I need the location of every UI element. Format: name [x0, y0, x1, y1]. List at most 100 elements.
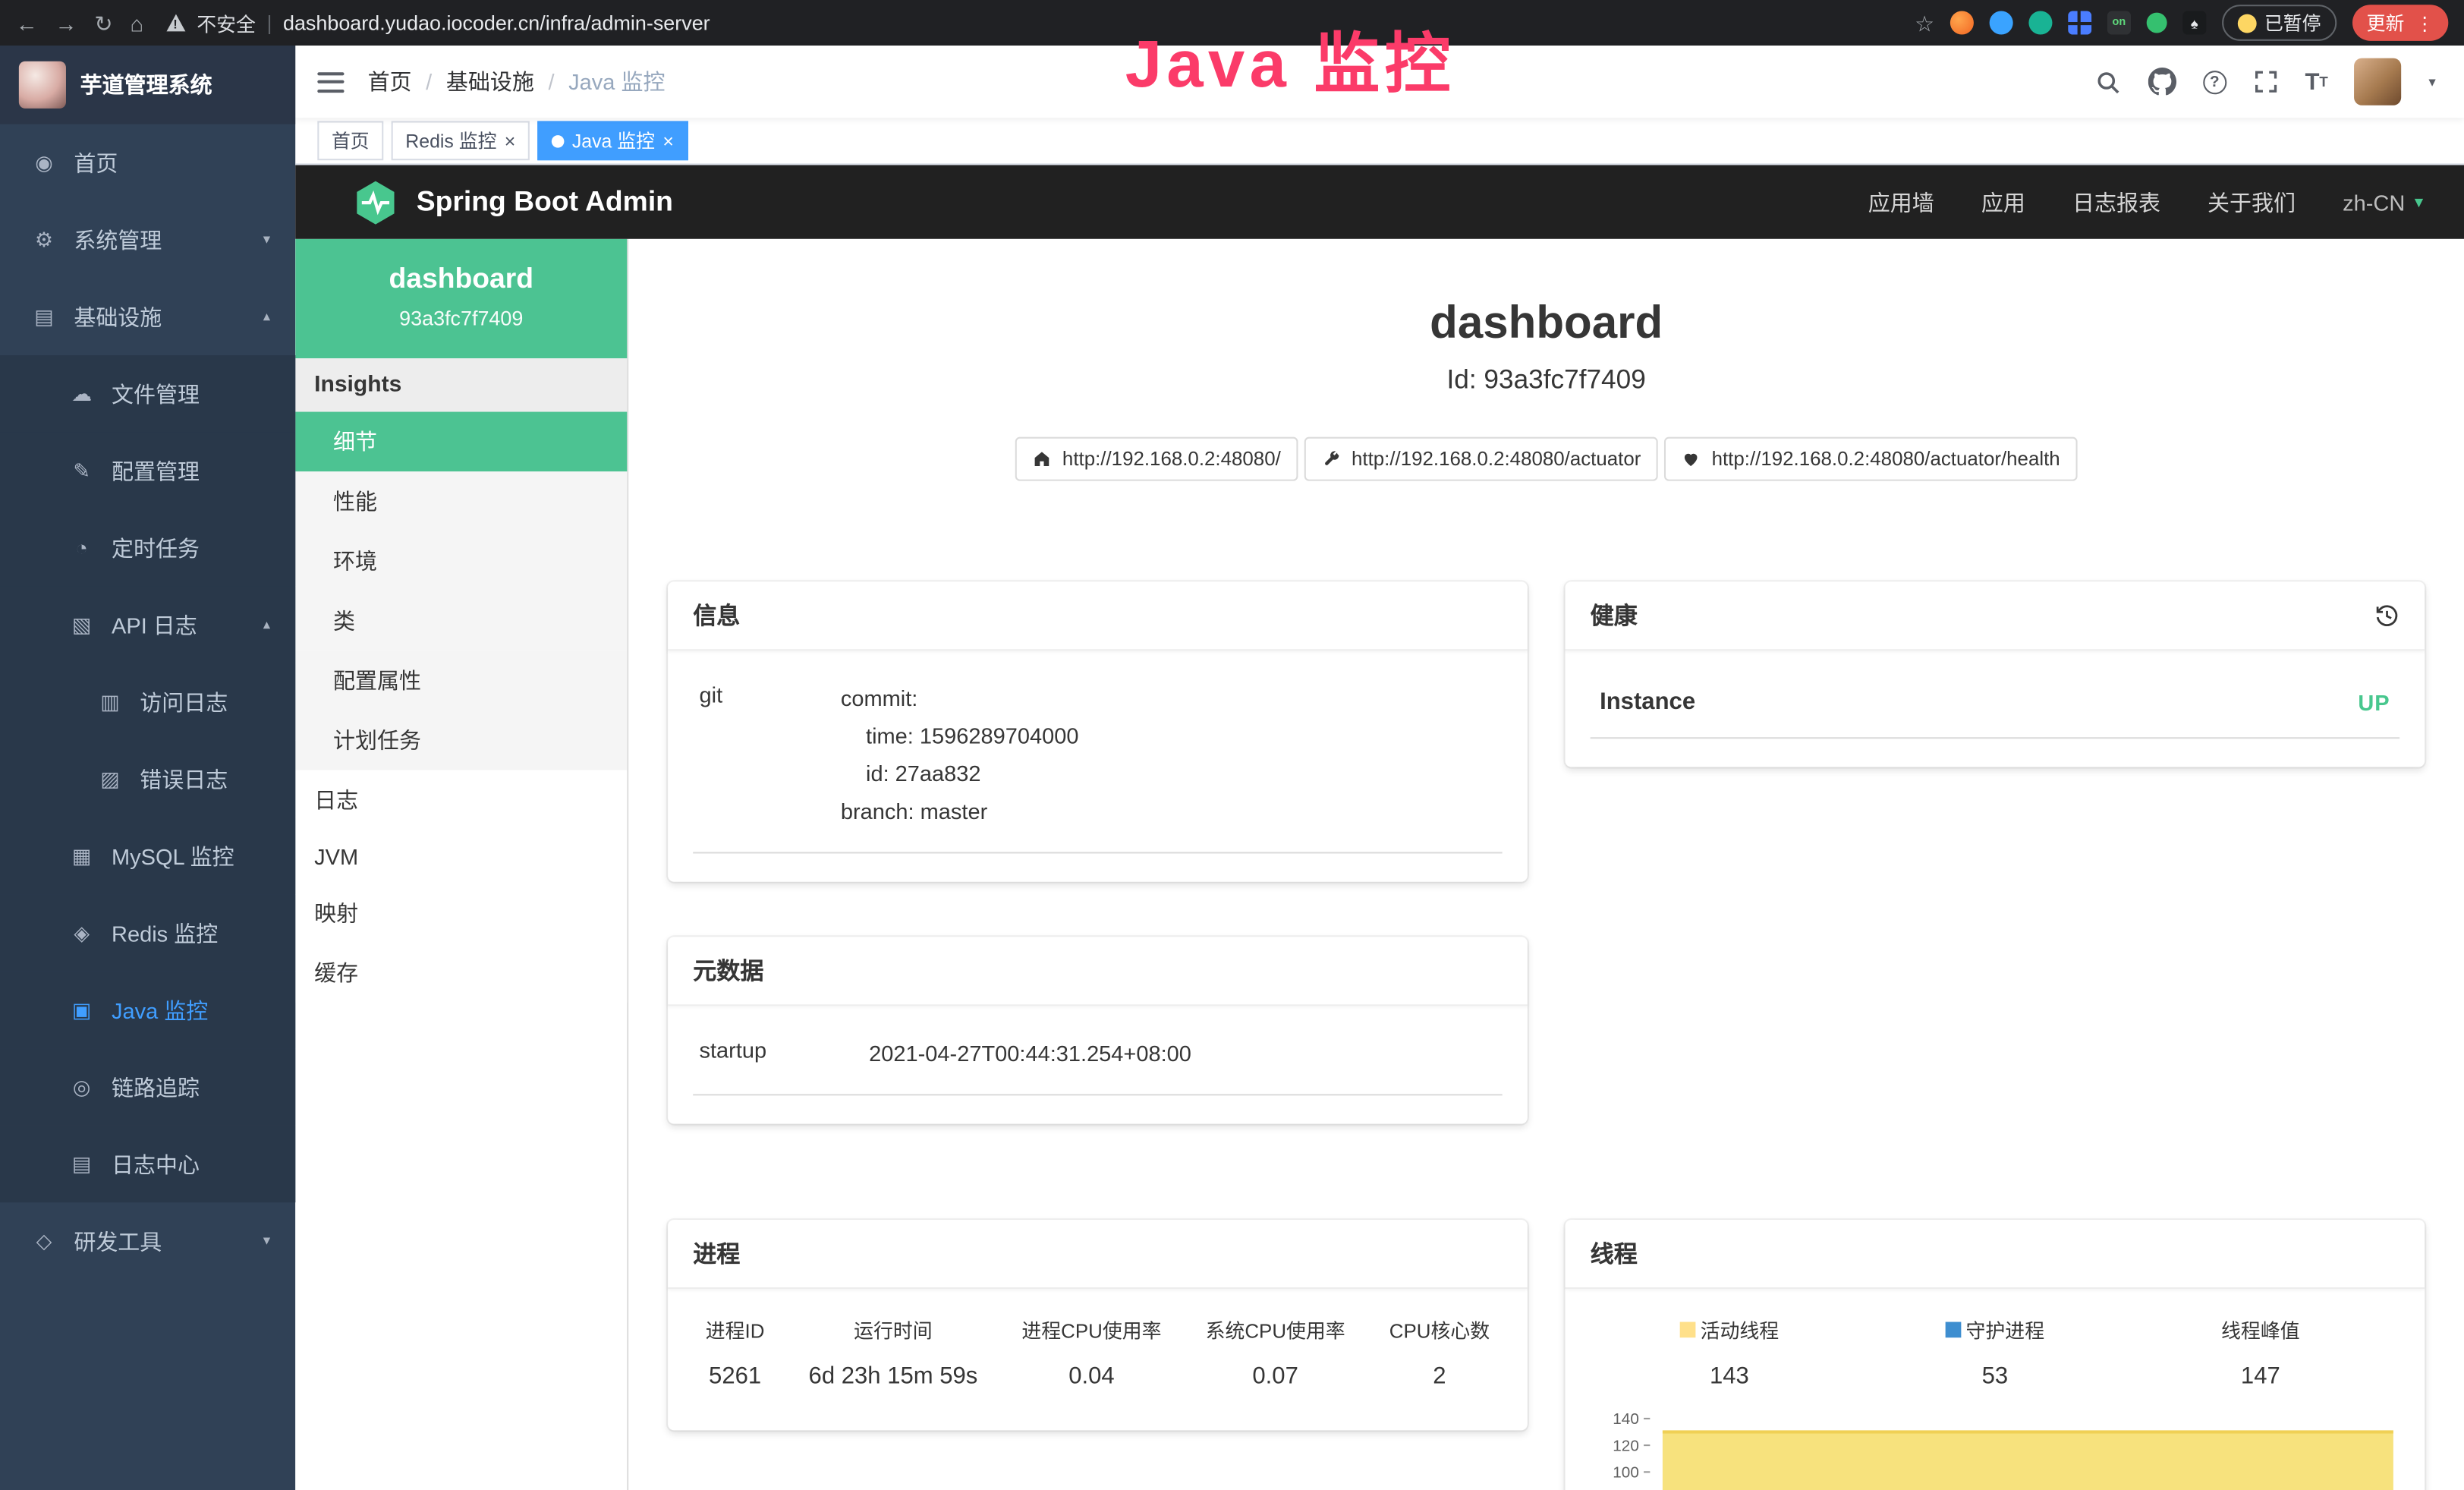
avatar-caret-icon[interactable]: ▾	[2428, 73, 2435, 90]
sidebar-item-redis-monitor[interactable]: ◈ Redis 监控	[0, 894, 295, 971]
legend-peak-threads: 线程峰值 147	[2128, 1314, 2393, 1389]
sidebar-item-system-management[interactable]: ⚙ 系统管理 ▾	[0, 201, 295, 278]
sba-item-metrics[interactable]: 性能	[295, 471, 627, 531]
sba-main-content: dashboard Id: 93a3fc7f7409 http://192.16…	[628, 239, 2464, 1490]
extension-leaf-icon[interactable]	[2147, 13, 2167, 33]
close-icon[interactable]: ×	[505, 131, 516, 150]
extension-on-switch-icon[interactable]: on	[2107, 11, 2131, 34]
page-subtitle: Id: 93a3fc7f7409	[628, 364, 2464, 395]
process-cpu: 进程CPU使用率 0.04	[1021, 1314, 1161, 1389]
tag-home[interactable]: 首页	[317, 121, 383, 160]
extension-teal-icon[interactable]	[2028, 11, 2052, 34]
screen: ← → ↻ ⌂ ! 不安全 | dashboard.yudao.iocoder.…	[0, 0, 2464, 1490]
forward-icon[interactable]: →	[55, 12, 77, 34]
sidebar-item-tracing[interactable]: ◎ 链路追踪	[0, 1048, 295, 1125]
reload-icon[interactable]: ↻	[94, 12, 112, 34]
link-health-url[interactable]: http://192.168.0.2:48080/actuator/health	[1664, 437, 2077, 481]
font-size-icon[interactable]: TT	[2305, 68, 2327, 95]
health-instance-row[interactable]: Instance UP	[1591, 673, 2399, 739]
chevron-down-icon: ▾	[263, 231, 270, 248]
close-icon[interactable]: ×	[662, 131, 674, 150]
bookmark-star-icon[interactable]: ☆	[1915, 12, 1934, 34]
extension-fox-icon[interactable]	[1950, 11, 1974, 34]
sba-item-loggers[interactable]: 日志	[295, 770, 627, 830]
sidebar-item-log-center[interactable]: ▤ 日志中心	[0, 1126, 295, 1202]
github-icon[interactable]	[2148, 68, 2176, 96]
sba-item-details[interactable]: 细节	[295, 412, 627, 472]
sba-item-config-properties[interactable]: 配置属性	[295, 650, 627, 710]
sidebar-item-scheduled-jobs[interactable]: ◔ 定时任务	[0, 509, 295, 586]
history-icon[interactable]	[2374, 603, 2399, 628]
chevron-down-icon: ▾	[263, 1233, 270, 1250]
app-logo[interactable]: 芋道管理系统	[0, 46, 295, 124]
sba-item-environment[interactable]: 环境	[295, 531, 627, 591]
sba-nav-links: 应用墙 应用 日志报表 关于我们 zh-CN ▾	[1868, 186, 2423, 217]
sba-item-jvm[interactable]: JVM	[295, 830, 627, 883]
url-text: dashboard.yudao.iocoder.cn/infra/admin-s…	[283, 11, 710, 34]
sba-item-scheduled-tasks[interactable]: 计划任务	[295, 710, 627, 770]
sba-brand-title[interactable]: Spring Boot Admin	[417, 185, 673, 218]
extension-drop-icon[interactable]	[1990, 11, 2013, 34]
sba-logo-icon[interactable]	[352, 178, 399, 225]
sidebar-item-java-monitor[interactable]: ▣ Java 监控	[0, 972, 295, 1048]
address-bar[interactable]: ! 不安全 | dashboard.yudao.iocoder.cn/infra…	[167, 8, 1897, 37]
sidebar-item-config-management[interactable]: ✎ 配置管理	[0, 432, 295, 509]
paused-badge[interactable]: 已暂停	[2222, 5, 2337, 41]
sidebar-item-file-management[interactable]: ☁ 文件管理	[0, 355, 295, 432]
update-button[interactable]: 更新 ⋮	[2352, 5, 2448, 41]
sba-instance-header[interactable]: dashboard 93a3fc7f7409	[295, 239, 627, 358]
sba-item-caches[interactable]: 缓存	[295, 943, 627, 1003]
metadata-card-title: 元数据	[693, 954, 763, 987]
sba-nav-wallboard[interactable]: 应用墙	[1868, 186, 1934, 217]
back-icon[interactable]: ←	[16, 12, 38, 34]
emoji-face-icon	[2238, 14, 2257, 33]
address-divider: |	[266, 11, 272, 34]
help-icon[interactable]: ?	[2203, 70, 2226, 93]
edit-icon: ✎	[69, 458, 94, 484]
instance-id: 93a3fc7f7409	[308, 307, 615, 330]
process-pid: 进程ID 5261	[706, 1314, 765, 1389]
sba-nav-applications[interactable]: 应用	[1981, 186, 2025, 217]
sidebar-item-infrastructure[interactable]: ▤ 基础设施 ▴	[0, 279, 295, 355]
sidebar-item-api-logs[interactable]: ▧ API 日志 ▴	[0, 586, 295, 663]
sba-item-beans[interactable]: 类	[295, 591, 627, 651]
link-actuator-url[interactable]: http://192.168.0.2:48080/actuator	[1304, 437, 1658, 481]
tag-redis-monitor[interactable]: Redis 监控 ×	[392, 121, 530, 160]
sidebar-item-dev-tools[interactable]: ◇ 研发工具 ▾	[0, 1202, 295, 1279]
hamburger-icon[interactable]	[317, 71, 344, 92]
threads-card-title: 线程	[1591, 1237, 1638, 1270]
tag-java-monitor[interactable]: Java 监控 ×	[537, 121, 688, 160]
info-value: commit: time: 1596289704000 id: 27aa832 …	[841, 679, 1079, 830]
sba-nav-journal[interactable]: 日志报表	[2072, 186, 2160, 217]
user-avatar[interactable]	[2355, 58, 2402, 106]
extension-grid-icon[interactable]	[2068, 11, 2091, 34]
sidebar-item-home[interactable]: ◉ 首页	[0, 124, 295, 201]
security-label: 不安全	[197, 8, 256, 37]
health-card-title: 健康	[1591, 599, 1638, 632]
sba-item-mappings[interactable]: 映射	[295, 884, 627, 943]
fullscreen-icon[interactable]	[2253, 69, 2278, 94]
annotation-java-monitor: Java 监控	[1125, 31, 1455, 97]
sidebar-item-error-logs[interactable]: ▨ 错误日志	[0, 740, 295, 817]
info-card-title: 信息	[693, 599, 740, 632]
sidebar-item-access-logs[interactable]: ▥ 访问日志	[0, 663, 295, 740]
process-uptime: 运行时间 6d 23h 15m 59s	[809, 1314, 978, 1389]
sba-sidebar: dashboard 93a3fc7f7409 Insights 细节 性能 环境…	[295, 239, 628, 1490]
link-root-url[interactable]: http://192.168.0.2:48080/	[1015, 437, 1298, 481]
breadcrumb-infrastructure[interactable]: 基础设施	[446, 66, 534, 97]
layers-icon: ▤	[31, 304, 56, 329]
browser-menu-kebab-icon[interactable]: ⋮	[2415, 12, 2434, 34]
legend-daemon-threads: 守护进程 53	[1862, 1314, 2128, 1389]
clock-icon: ◔	[69, 536, 94, 559]
legend-swatch-daemon-icon	[1946, 1321, 1962, 1337]
search-icon[interactable]	[2094, 68, 2121, 95]
breadcrumb-home[interactable]: 首页	[368, 66, 412, 97]
sba-nav-about[interactable]: 关于我们	[2208, 186, 2296, 217]
browser-home-icon[interactable]: ⌂	[130, 12, 143, 34]
heart-icon	[1682, 449, 1701, 468]
extension-dark-icon[interactable]: ♠	[2182, 11, 2206, 34]
locale-selector[interactable]: zh-CN ▾	[2343, 190, 2423, 215]
instance-links: http://192.168.0.2:48080/ http://192.168…	[628, 437, 2464, 481]
error-log-icon: ▨	[97, 767, 122, 792]
sidebar-item-mysql-monitor[interactable]: ▦ MySQL 监控	[0, 817, 295, 894]
